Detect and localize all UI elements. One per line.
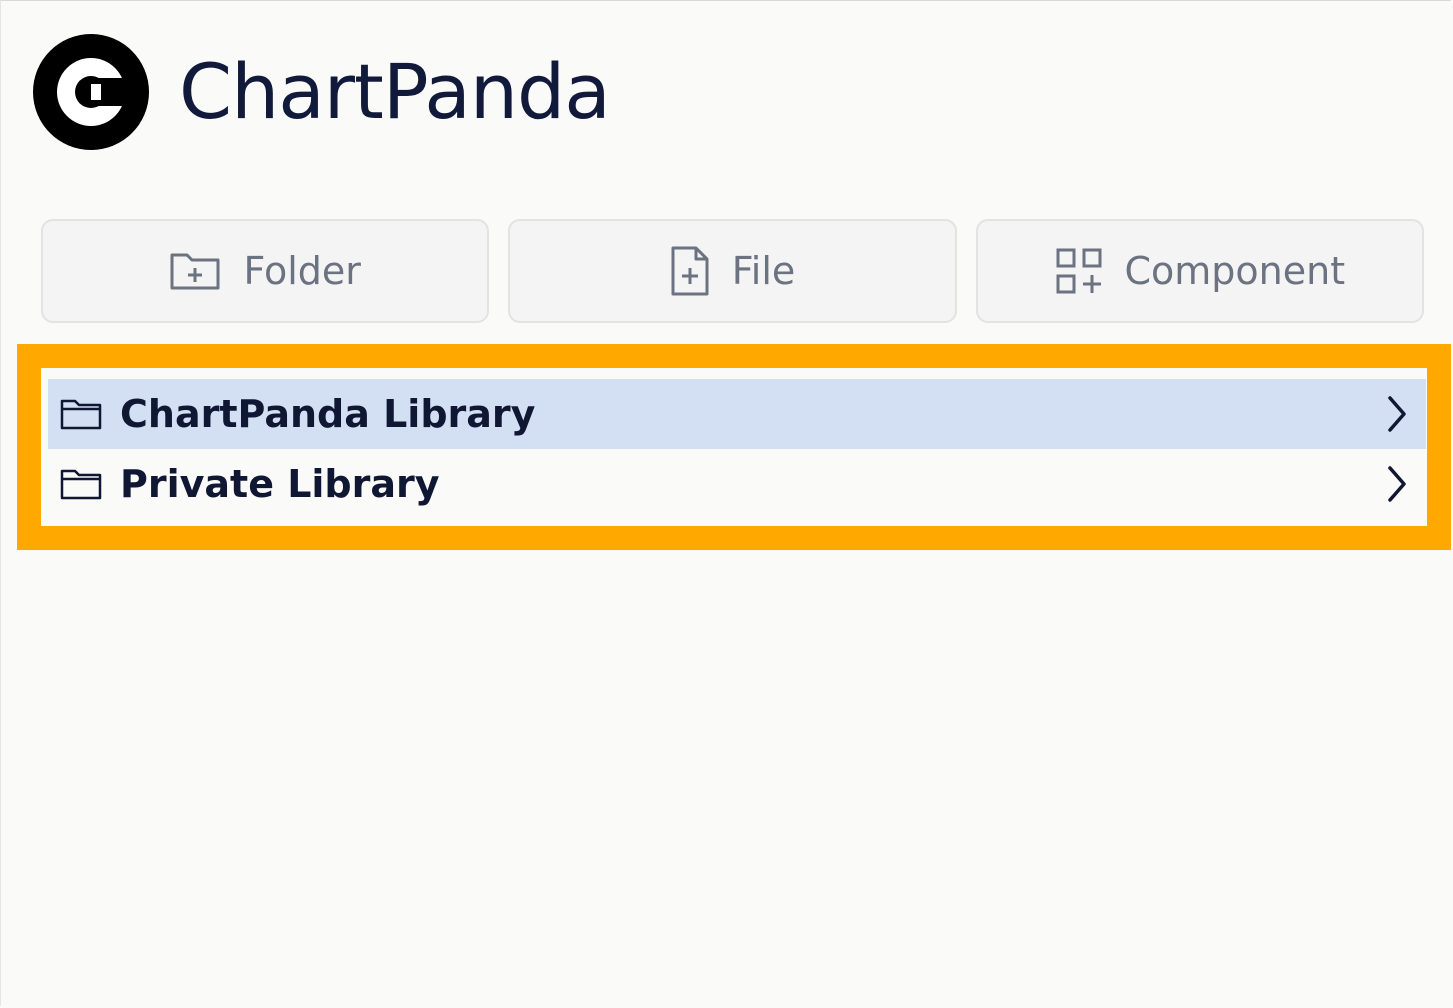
tree-item-label: ChartPanda Library bbox=[120, 392, 536, 436]
folder-plus-icon bbox=[170, 253, 220, 290]
new-file-button[interactable]: File bbox=[508, 219, 957, 323]
create-toolbar: Folder File Component bbox=[41, 219, 1424, 323]
new-folder-button[interactable]: Folder bbox=[41, 219, 490, 323]
chevron-right-icon[interactable] bbox=[1384, 394, 1410, 434]
app-panel: ChartPanda Folder File Component ChartPa… bbox=[0, 0, 1451, 1006]
tree-item-private-library[interactable]: Private Library bbox=[48, 449, 1426, 519]
new-component-button[interactable]: Component bbox=[975, 219, 1424, 323]
component-plus-icon bbox=[1056, 248, 1101, 294]
folder-icon bbox=[60, 399, 102, 430]
chartpanda-logo-icon bbox=[33, 34, 149, 150]
app-header: ChartPanda bbox=[33, 33, 611, 151]
tree-item-chartpanda-library[interactable]: ChartPanda Library bbox=[48, 379, 1426, 449]
new-file-label: File bbox=[731, 249, 796, 293]
file-plus-icon bbox=[671, 246, 709, 296]
tree-item-label: Private Library bbox=[120, 462, 440, 506]
chevron-right-icon[interactable] bbox=[1384, 464, 1410, 504]
new-folder-label: Folder bbox=[243, 249, 361, 293]
library-tree: ChartPanda Library Private Library bbox=[48, 379, 1426, 519]
app-title: ChartPanda bbox=[179, 47, 611, 136]
folder-icon bbox=[60, 469, 102, 500]
new-component-label: Component bbox=[1124, 249, 1346, 293]
